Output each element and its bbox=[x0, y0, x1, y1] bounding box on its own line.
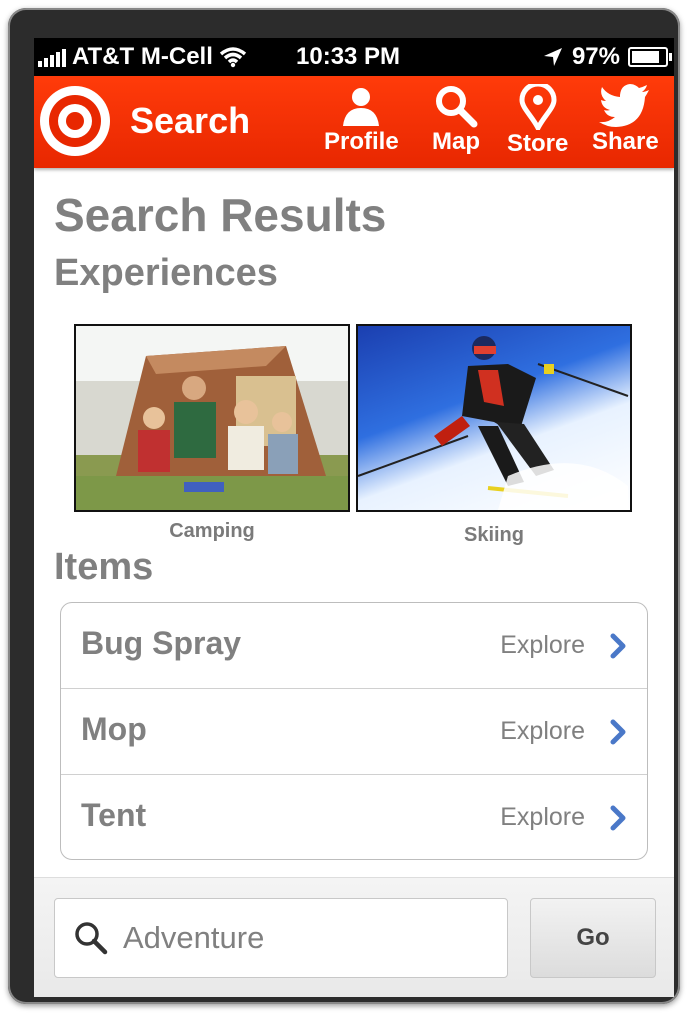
wifi-icon bbox=[219, 47, 246, 68]
list-item-name: Tent bbox=[81, 797, 147, 833]
chevron-right-icon bbox=[610, 633, 626, 659]
header-title: Search bbox=[130, 100, 251, 141]
nav-map-button[interactable]: Map bbox=[432, 84, 480, 156]
phone-frame: AT&T M-Cell 10:33 PM 97% Search Profile … bbox=[8, 8, 680, 1004]
location-arrow-icon bbox=[543, 48, 562, 66]
search-input[interactable] bbox=[121, 919, 465, 957]
items-list: Bug Spray Explore Mop Explore Tent Explo… bbox=[60, 602, 648, 860]
nav-profile-button[interactable]: Profile bbox=[324, 84, 399, 156]
experience-skiing-caption: Skiing bbox=[463, 524, 524, 546]
list-item-mop[interactable]: Mop Explore bbox=[61, 689, 647, 775]
location-pin-icon bbox=[519, 84, 557, 130]
chevron-right-icon bbox=[610, 805, 626, 831]
explore-link[interactable]: Explore bbox=[500, 803, 585, 832]
target-logo[interactable] bbox=[40, 86, 110, 156]
nav-map-label: Map bbox=[432, 128, 480, 155]
phone-screen: AT&T M-Cell 10:33 PM 97% Search Profile … bbox=[34, 38, 674, 997]
status-bar: AT&T M-Cell 10:33 PM 97% bbox=[34, 38, 674, 76]
list-item-name: Bug Spray bbox=[81, 625, 242, 661]
camping-illustration bbox=[76, 346, 348, 510]
bottom-search-bar: Go bbox=[34, 877, 674, 997]
battery-percent: 97% bbox=[571, 43, 620, 70]
search-field[interactable] bbox=[54, 898, 508, 978]
list-item-name: Mop bbox=[81, 711, 147, 747]
page-title: Search Results bbox=[54, 189, 387, 241]
signal-bars-icon bbox=[38, 47, 66, 67]
app-header: Search Profile Map Store Share bbox=[34, 76, 674, 168]
explore-link[interactable]: Explore bbox=[500, 717, 585, 746]
battery-icon bbox=[628, 47, 672, 67]
nav-share-button[interactable]: Share bbox=[592, 84, 659, 156]
list-item-bug-spray[interactable]: Bug Spray Explore bbox=[61, 603, 647, 689]
experience-camping-image[interactable] bbox=[74, 324, 350, 512]
carrier-label: AT&T M-Cell bbox=[72, 43, 213, 70]
experience-skiing-image[interactable] bbox=[356, 324, 632, 512]
nav-share-label: Share bbox=[592, 128, 659, 155]
nav-store-button[interactable]: Store bbox=[507, 84, 568, 158]
list-item-tent[interactable]: Tent Explore bbox=[61, 775, 647, 859]
go-button[interactable]: Go bbox=[530, 898, 656, 978]
search-icon bbox=[436, 86, 478, 128]
items-heading: Items bbox=[54, 546, 154, 588]
explore-link[interactable]: Explore bbox=[500, 631, 585, 660]
battery-fill bbox=[632, 51, 660, 63]
experiences-heading: Experiences bbox=[54, 252, 278, 294]
clock: 10:33 PM bbox=[296, 43, 401, 70]
chevron-right-icon bbox=[610, 719, 626, 745]
nav-profile-label: Profile bbox=[324, 128, 399, 155]
skiing-illustration bbox=[358, 336, 629, 510]
twitter-bird-icon bbox=[599, 84, 650, 127]
experience-camping-caption: Camping bbox=[169, 520, 255, 542]
search-icon bbox=[75, 922, 108, 955]
profile-icon bbox=[343, 88, 380, 126]
nav-store-label: Store bbox=[507, 130, 569, 157]
